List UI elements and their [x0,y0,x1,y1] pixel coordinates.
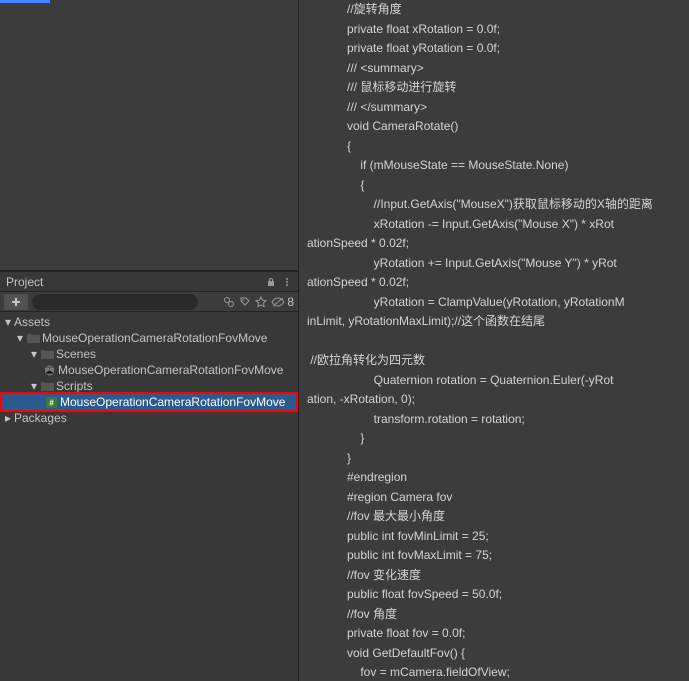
project-toolbar: 8 [0,292,298,312]
menu-dots-icon[interactable] [282,277,292,287]
project-panel: Project [0,0,299,681]
tree-script-file[interactable]: # MouseOperationCameraRotationFovMove [2,394,296,410]
highlight-box: # MouseOperationCameraRotationFovMove [0,392,298,412]
project-tab-title[interactable]: Project [6,275,266,289]
tree-scene-file[interactable]: MouseOperationCameraRotationFovMove [0,362,298,378]
unity-scene-icon [42,363,56,377]
upper-empty-area [0,0,298,271]
add-button[interactable] [4,294,28,310]
csharp-script-icon: # [44,395,58,409]
hidden-items[interactable]: 8 [271,295,294,309]
arrow-down-icon[interactable]: ▾ [28,379,40,393]
folder-icon [40,379,54,393]
favorite-icon[interactable] [255,296,267,308]
code-viewer[interactable]: //旋转角度 private float xRotation = 0.0f; p… [299,0,689,681]
arrow-right-icon[interactable]: ▸ [2,411,14,425]
svg-text:#: # [49,398,54,407]
arrow-down-icon[interactable]: ▾ [28,347,40,361]
arrow-down-icon[interactable]: ▾ [2,315,14,329]
folder-icon [40,347,54,361]
lock-icon[interactable] [266,277,276,287]
folder-icon [26,331,40,345]
arrow-down-icon[interactable]: ▾ [14,331,26,345]
code-content: //旋转角度 private float xRotation = 0.0f; p… [307,0,681,681]
project-tree: ▾ Assets ▾ MouseOperationCameraRotationF… [0,312,298,428]
filter-by-label-icon[interactable] [239,296,251,308]
tab-indicator [0,0,50,3]
filter-by-type-icon[interactable] [223,296,235,308]
tree-packages[interactable]: ▸ Packages [0,410,298,426]
tree-folder-root[interactable]: ▾ MouseOperationCameraRotationFovMove [0,330,298,346]
tree-folder-scenes[interactable]: ▾ Scenes [0,346,298,362]
tree-assets[interactable]: ▾ Assets [0,314,298,330]
search-input[interactable] [32,294,198,310]
project-header: Project [0,272,298,292]
